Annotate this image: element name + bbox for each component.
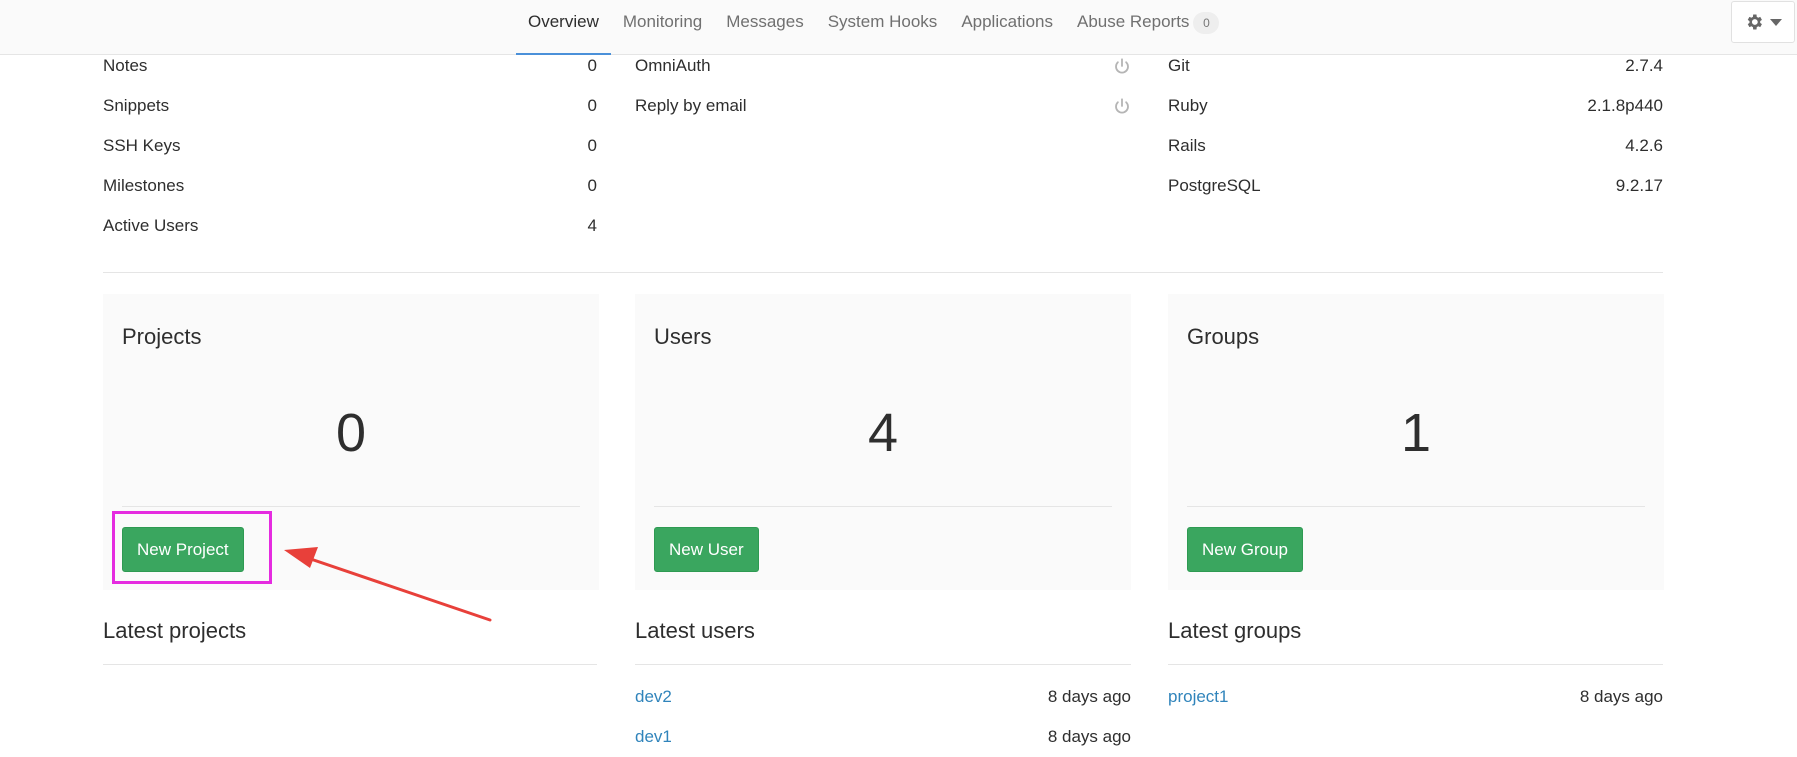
component-row: Ruby 2.1.8p440: [1168, 86, 1663, 126]
stat-label: Notes: [103, 56, 148, 75]
users-count: 4: [867, 403, 899, 463]
tab-overview-label: Overview: [528, 12, 599, 31]
users-card-title: Users: [654, 324, 712, 349]
stat-value: 0: [587, 176, 597, 195]
stat-row: Notes 0: [103, 46, 597, 86]
new-group-button[interactable]: New Group: [1187, 527, 1303, 572]
stat-value: 0: [587, 56, 597, 75]
component-version: 9.2.17: [1615, 176, 1663, 195]
chevron-down-icon: [1770, 18, 1782, 26]
tab-system-hooks-label: System Hooks: [827, 12, 938, 31]
stat-label: Milestones: [103, 176, 185, 195]
created-time: 8 days ago: [1579, 687, 1663, 706]
feature-row: OmniAuth: [635, 46, 1131, 86]
stat-label: Active Users: [103, 216, 199, 235]
list-item: dev1 8 days ago: [635, 717, 1131, 757]
users-card: Users 4 New User: [635, 294, 1131, 590]
section-divider: [103, 272, 1663, 273]
latest-projects-section: Latest projects: [103, 616, 597, 665]
component-version: 4.2.6: [1625, 136, 1663, 155]
stat-label: SSH Keys: [103, 136, 181, 155]
component-version: 2.7.4: [1625, 56, 1663, 75]
stat-row: Milestones 0: [103, 166, 597, 206]
created-time: 8 days ago: [1047, 727, 1131, 746]
gear-icon: [1747, 14, 1762, 30]
user-link[interactable]: dev2: [635, 677, 672, 717]
groups-card: Groups 1 New Group: [1168, 294, 1664, 590]
stat-row: Active Users 4: [103, 206, 597, 246]
latest-divider: [103, 664, 597, 665]
card-divider: [122, 506, 580, 507]
tab-abuse-reports-label: Abuse Reports: [1076, 12, 1190, 31]
features-list: OmniAuth Reply by email: [635, 46, 1131, 126]
feature-label: Reply by email: [635, 96, 747, 115]
latest-users-title: Latest users: [635, 618, 755, 643]
list-item: project1 8 days ago: [1168, 677, 1663, 717]
group-link[interactable]: project1: [1168, 677, 1228, 717]
card-divider: [1187, 506, 1645, 507]
power-icon: [1115, 98, 1129, 114]
annotation-arrow-icon: [284, 547, 492, 622]
power-icon: [1115, 58, 1129, 74]
card-divider: [654, 506, 1112, 507]
component-version: 2.1.8p440: [1587, 96, 1663, 115]
components-list: Git 2.7.4 Ruby 2.1.8p440 Rails 4.2.6 Postgr…: [1168, 46, 1663, 206]
component-label: Rails: [1168, 136, 1206, 155]
created-time: 8 days ago: [1047, 687, 1131, 706]
new-user-button[interactable]: New User: [654, 527, 759, 572]
latest-groups-section: Latest groups project1 8 days ago: [1168, 616, 1663, 717]
new-project-button[interactable]: New Project: [122, 527, 244, 572]
component-label: PostgreSQL: [1168, 176, 1261, 195]
latest-projects-title: Latest projects: [103, 618, 247, 643]
groups-count: 1: [1400, 403, 1432, 463]
settings-dropdown-button[interactable]: [1731, 1, 1795, 43]
projects-count: 0: [335, 403, 367, 463]
component-label: Git: [1168, 56, 1190, 75]
tab-applications-label: Applications: [961, 12, 1053, 31]
statistics-list: Notes 0 Snippets 0 SSH Keys 0 Milestones 0 A…: [103, 46, 597, 246]
abuse-reports-count-badge: 0: [1193, 11, 1220, 34]
stat-row: Snippets 0: [103, 86, 597, 126]
feature-label: OmniAuth: [635, 56, 711, 75]
stat-value: 0: [587, 96, 597, 115]
feature-row: Reply by email: [635, 86, 1131, 126]
component-label: Ruby: [1168, 96, 1208, 115]
list-item: dev2 8 days ago: [635, 677, 1131, 717]
tab-messages-label: Messages: [726, 12, 804, 31]
stat-value: 0: [587, 136, 597, 155]
user-link[interactable]: dev1: [635, 717, 672, 757]
stat-value: 4: [587, 216, 597, 235]
component-row: Git 2.7.4: [1168, 46, 1663, 86]
stat-row: SSH Keys 0: [103, 126, 597, 166]
latest-users-section: Latest users dev2 8 days ago dev1 8 days…: [635, 616, 1131, 757]
projects-card-title: Projects: [122, 324, 202, 349]
component-row: Rails 4.2.6: [1168, 126, 1663, 166]
tab-monitoring-label: Monitoring: [622, 12, 703, 31]
groups-card-title: Groups: [1187, 324, 1260, 349]
stat-label: Snippets: [103, 96, 170, 115]
component-row: PostgreSQL 9.2.17: [1168, 166, 1663, 206]
latest-groups-title: Latest groups: [1168, 618, 1302, 643]
